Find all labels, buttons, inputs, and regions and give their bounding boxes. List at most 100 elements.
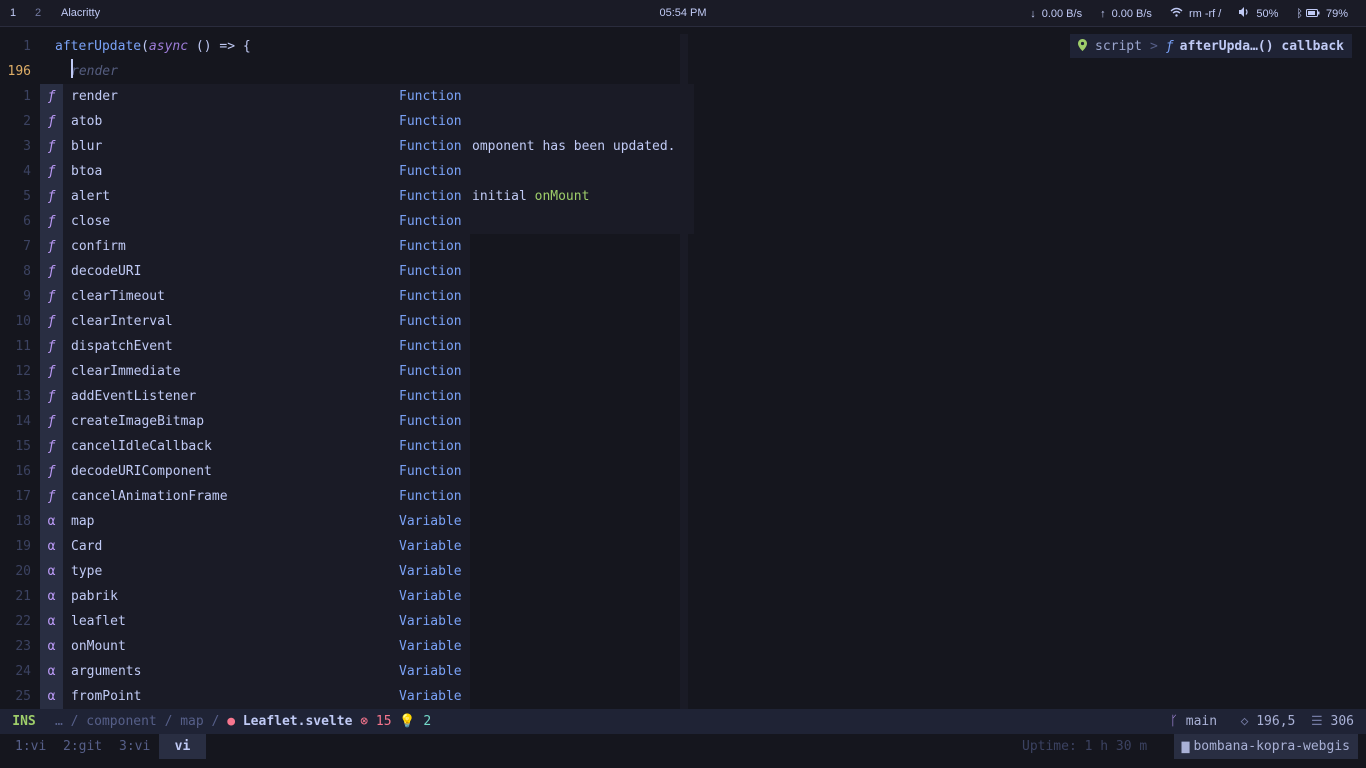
volume-icon <box>1239 7 1250 20</box>
variable-icon: α <box>40 609 63 634</box>
completion-item[interactable]: ƒ btoa Function <box>40 159 470 184</box>
location-pin-icon <box>1078 38 1087 54</box>
line-number: 23 <box>15 639 31 654</box>
completion-item[interactable]: ƒ cancelIdleCallback Function <box>40 434 470 459</box>
completion-item[interactable]: ƒ clearImmediate Function <box>40 359 470 384</box>
completion-label: btoa <box>71 164 103 179</box>
function-icon: ƒ <box>40 359 63 384</box>
completion-item[interactable]: α pabrik Variable <box>40 584 470 609</box>
line-number: 18 <box>15 514 31 529</box>
completion-label: onMount <box>71 639 126 654</box>
tmux-window-2[interactable]: 2:git <box>63 734 102 759</box>
completion-item[interactable]: α leaflet Variable <box>40 609 470 634</box>
completion-item[interactable]: α arguments Variable <box>40 659 470 684</box>
breadcrumb-scope[interactable]: script <box>1095 39 1142 54</box>
completion-label: createImageBitmap <box>71 414 205 429</box>
tmux-window-3[interactable]: 3:vi <box>119 734 150 759</box>
variable-icon: α <box>40 559 63 584</box>
status-indicators: ↓ 0.00 B/s ↑ 0.00 B/s rm -rf / 50% ᛒ 79% <box>1012 7 1348 20</box>
completion-menu[interactable]: ƒ render Function ƒ atob Function ƒ blur Functio… <box>40 84 470 709</box>
completion-kind: Function <box>399 464 462 479</box>
completion-item[interactable]: ƒ close Function <box>40 209 470 234</box>
bluetooth-icon: ᛒ <box>1296 7 1303 20</box>
tmux-window-1[interactable]: 1:vi <box>15 734 46 759</box>
net-down-value: 0.00 B/s <box>1041 7 1083 20</box>
completion-item[interactable]: α onMount Variable <box>40 634 470 659</box>
completion-label: arguments <box>71 664 142 679</box>
completion-item[interactable]: ƒ createImageBitmap Function <box>40 409 470 434</box>
completion-item[interactable]: ƒ decodeURI Function <box>40 259 470 284</box>
line-number: 13 <box>15 389 31 404</box>
function-icon: ƒ <box>40 184 63 209</box>
file-name: Leaflet.svelte <box>242 714 353 729</box>
function-icon: ƒ <box>1165 38 1174 54</box>
completion-item[interactable]: ƒ decodeURIComponent Function <box>40 459 470 484</box>
completion-item[interactable]: ƒ confirm Function <box>40 234 470 259</box>
completion-label: cancelAnimationFrame <box>71 489 228 504</box>
line-number: 9 <box>23 289 31 304</box>
function-icon: ƒ <box>40 334 63 359</box>
completion-item[interactable]: ƒ clearTimeout Function <box>40 284 470 309</box>
completion-item[interactable]: ƒ clearInterval Function <box>40 309 470 334</box>
completion-item[interactable]: ƒ atob Function <box>40 109 470 134</box>
function-icon: ƒ <box>40 434 63 459</box>
completion-label: leaflet <box>71 614 126 629</box>
function-icon: ƒ <box>40 409 63 434</box>
wifi-name: rm -rf / <box>1188 7 1222 20</box>
battery-status: ᛒ 79% <box>1296 7 1348 20</box>
git-branch: main <box>1185 714 1218 729</box>
completion-kind: Function <box>399 114 462 129</box>
completion-kind: Variable <box>399 539 462 554</box>
volume-value: 50% <box>1256 7 1279 20</box>
line-number: 16 <box>15 464 31 479</box>
completion-kind: Function <box>399 439 462 454</box>
completion-item[interactable]: α fromPoint Variable <box>40 684 470 709</box>
doc-text: initial <box>472 189 535 204</box>
completion-item[interactable]: ƒ dispatchEvent Function <box>40 334 470 359</box>
line-number: 8 <box>23 264 31 279</box>
wifi-icon <box>1170 7 1183 20</box>
hint-count[interactable]: 💡 2 <box>399 714 431 729</box>
volume-status[interactable]: 50% <box>1239 7 1278 20</box>
completion-item[interactable]: ƒ alert Function <box>40 184 470 209</box>
variable-icon: α <box>40 634 63 659</box>
completion-kind: Function <box>399 189 462 204</box>
line-number: 14 <box>15 414 31 429</box>
completion-label: decodeURI <box>71 264 142 279</box>
line-number: 22 <box>15 614 31 629</box>
completion-label: alert <box>71 189 111 204</box>
line-number: 21 <box>15 589 31 604</box>
error-count[interactable]: ⊗ 15 <box>360 714 391 729</box>
doc-code: onMount <box>534 189 590 204</box>
completion-item[interactable]: ƒ addEventListener Function <box>40 384 470 409</box>
completion-label: clearImmediate <box>71 364 181 379</box>
completion-item[interactable]: α Card Variable <box>40 534 470 559</box>
current-line-number: 196 <box>7 64 31 79</box>
function-icon: ƒ <box>40 309 63 334</box>
completion-item[interactable]: α type Variable <box>40 559 470 584</box>
completion-kind: Function <box>399 414 462 429</box>
completion-item[interactable]: ƒ cancelAnimationFrame Function <box>40 484 470 509</box>
completion-kind: Function <box>399 364 462 379</box>
tmux-window-active[interactable]: vi <box>159 734 206 759</box>
current-line-placeholder[interactable]: render <box>71 59 118 84</box>
completion-label: clearInterval <box>71 314 173 329</box>
completion-label: map <box>71 514 95 529</box>
function-icon: ƒ <box>40 134 63 159</box>
function-icon: ƒ <box>40 209 63 234</box>
code-breadcrumb[interactable]: script > ƒ afterUpda…() callback <box>1070 34 1352 58</box>
completion-item[interactable]: ƒ render Function <box>40 84 470 109</box>
completion-item[interactable]: ƒ blur Function <box>40 134 470 159</box>
completion-label: cancelIdleCallback <box>71 439 212 454</box>
status-right: ᚴ main ◇ 196,5 ☰ 306 <box>1170 709 1354 734</box>
completion-label: decodeURIComponent <box>71 464 212 479</box>
path-prefix: … / component / map / <box>55 714 228 729</box>
line-number: 7 <box>23 239 31 254</box>
breadcrumb-symbol[interactable]: afterUpda…() callback <box>1180 39 1344 54</box>
cursor-position-icon: ◇ <box>1240 714 1249 729</box>
mode-indicator: INS <box>0 709 48 734</box>
wifi-status[interactable]: rm -rf / <box>1170 7 1221 20</box>
tmux-session[interactable]: ▆ bombana-kopra-webgis <box>1173 734 1358 759</box>
completion-item[interactable]: α map Variable <box>40 509 470 534</box>
code-line-after-update[interactable]: afterUpdate(async () => { <box>55 34 251 59</box>
